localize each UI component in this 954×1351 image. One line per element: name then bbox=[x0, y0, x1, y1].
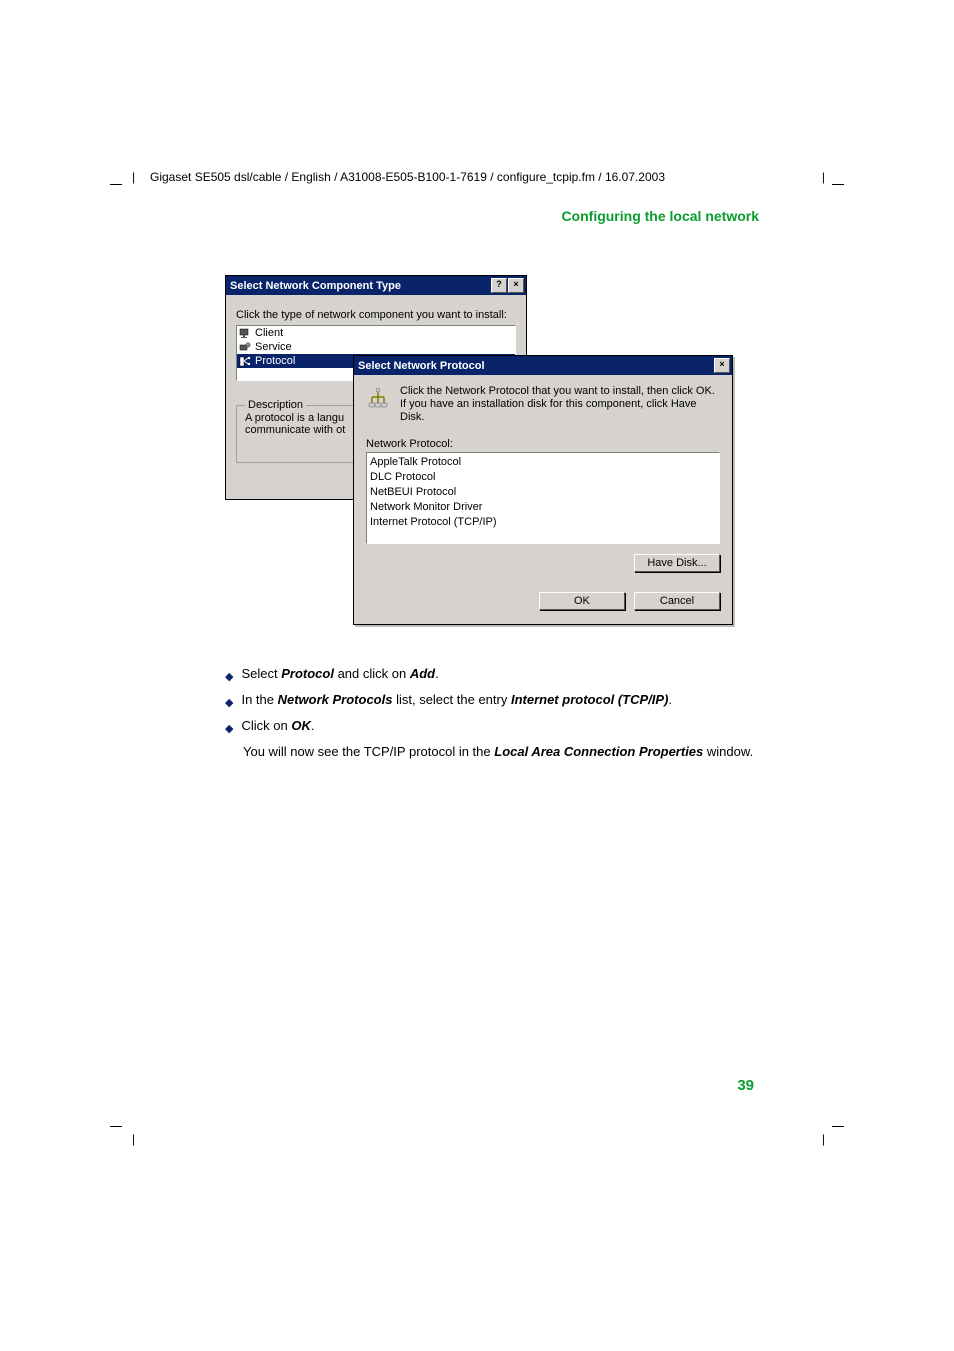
text: . bbox=[435, 666, 439, 681]
document-page: | | | | Gigaset SE505 dsl/cable / Englis… bbox=[0, 0, 954, 1351]
text: In the bbox=[241, 692, 277, 707]
service-icon bbox=[239, 342, 252, 353]
list-item-label: Protocol bbox=[255, 355, 295, 367]
instruction-followup: You will now see the TCP/IP protocol in … bbox=[243, 742, 765, 762]
close-button[interactable]: × bbox=[508, 278, 524, 293]
text: . bbox=[311, 718, 315, 733]
crop-dash bbox=[832, 1126, 844, 1127]
crop-pipe: | bbox=[822, 1132, 825, 1146]
text-bold: OK bbox=[291, 718, 311, 733]
protocol-list[interactable]: AppleTalk Protocol DLC Protocol NetBEUI … bbox=[366, 452, 720, 544]
text-bold: Network Protocols bbox=[278, 692, 393, 707]
client-icon bbox=[239, 328, 252, 339]
dialog1-title: Select Network Component Type bbox=[230, 280, 401, 292]
text: and click on bbox=[334, 666, 410, 681]
text: Click on bbox=[241, 718, 291, 733]
protocol-item[interactable]: DLC Protocol bbox=[370, 470, 716, 485]
protocol-item[interactable]: Internet Protocol (TCP/IP) bbox=[370, 515, 716, 530]
protocol-item[interactable]: Network Monitor Driver bbox=[370, 500, 716, 515]
crop-dash bbox=[110, 184, 122, 185]
instruction-step: ◆ In the Network Protocols list, select … bbox=[225, 690, 765, 713]
bullet-diamond-icon: ◆ bbox=[225, 719, 233, 739]
bullet-diamond-icon: ◆ bbox=[225, 667, 233, 687]
header-path: Gigaset SE505 dsl/cable / English / A310… bbox=[150, 170, 665, 184]
dialog1-titlebar: Select Network Component Type ? × bbox=[226, 276, 526, 295]
dialog2-instruction: Click the Network Protocol that you want… bbox=[400, 385, 720, 424]
dialog2-title: Select Network Protocol bbox=[358, 360, 485, 372]
dialog2-titlebar: Select Network Protocol × bbox=[354, 356, 732, 375]
crop-pipe: | bbox=[132, 1132, 135, 1146]
text: . bbox=[668, 692, 672, 707]
close-button[interactable]: × bbox=[714, 358, 730, 373]
dialog-select-network-protocol: Select Network Protocol × bbox=[353, 355, 733, 625]
list-item-service[interactable]: Service bbox=[237, 340, 515, 354]
text-bold: Add bbox=[410, 666, 435, 681]
crop-pipe: | bbox=[822, 170, 825, 184]
instruction-step: ◆ Click on OK. bbox=[225, 716, 765, 739]
instruction-list: ◆ Select Protocol and click on Add. ◆ In… bbox=[225, 664, 765, 762]
network-protocol-icon bbox=[366, 387, 390, 411]
text: You will now see the TCP/IP protocol in … bbox=[243, 744, 494, 759]
text-bold: Internet protocol (TCP/IP) bbox=[511, 692, 668, 707]
page-number: 39 bbox=[737, 1077, 754, 1094]
text: Select bbox=[241, 666, 281, 681]
text: list, select the entry bbox=[392, 692, 511, 707]
description-label: Description bbox=[245, 399, 306, 411]
ok-button[interactable]: OK bbox=[539, 592, 625, 610]
list-item-label: Client bbox=[255, 327, 283, 339]
dialog1-prompt: Click the type of network component you … bbox=[236, 309, 516, 321]
list-item-label: Service bbox=[255, 341, 292, 353]
protocol-item[interactable]: NetBEUI Protocol bbox=[370, 485, 716, 500]
crop-dash bbox=[110, 1126, 122, 1127]
text: window. bbox=[703, 744, 753, 759]
instruction-step: ◆ Select Protocol and click on Add. bbox=[225, 664, 765, 687]
have-disk-button[interactable]: Have Disk... bbox=[634, 554, 720, 572]
text-bold: Protocol bbox=[281, 666, 334, 681]
text-bold: Local Area Connection Properties bbox=[494, 744, 703, 759]
protocol-list-label: Network Protocol: bbox=[366, 438, 720, 450]
protocol-icon bbox=[239, 356, 252, 367]
bullet-diamond-icon: ◆ bbox=[225, 693, 233, 713]
protocol-item[interactable]: AppleTalk Protocol bbox=[370, 455, 716, 470]
cancel-button[interactable]: Cancel bbox=[634, 592, 720, 610]
crop-dash bbox=[832, 184, 844, 185]
list-item-client[interactable]: Client bbox=[237, 326, 515, 340]
section-title: Configuring the local network bbox=[561, 208, 759, 224]
crop-pipe: | bbox=[132, 170, 135, 184]
help-button[interactable]: ? bbox=[491, 278, 507, 293]
